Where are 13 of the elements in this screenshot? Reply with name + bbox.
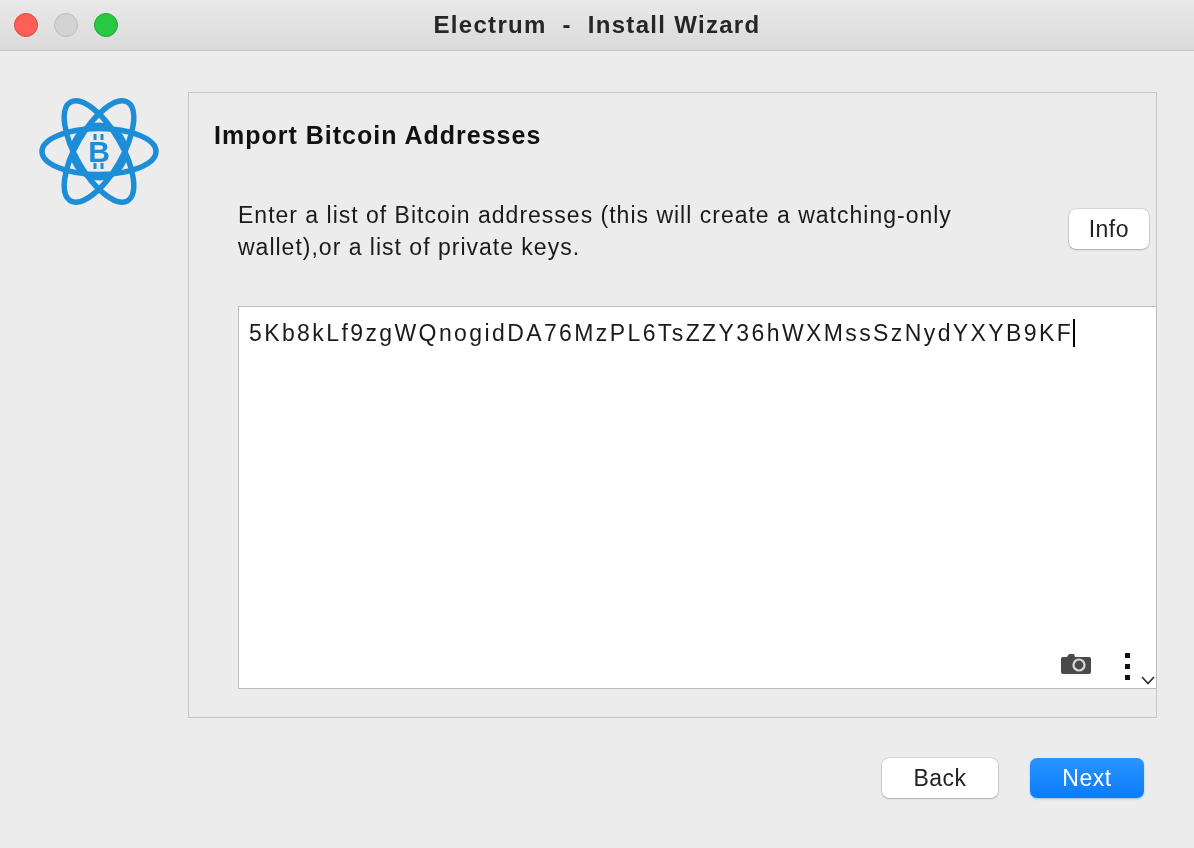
app-logo: B xyxy=(38,95,160,208)
back-button[interactable]: Back xyxy=(882,758,998,798)
instruction-text: Enter a list of Bitcoin addresses (this will create a watching-only wallet),or a list of private keys. xyxy=(238,201,953,262)
close-window-icon[interactable] xyxy=(14,13,38,37)
entered-key-text: 5Kb8kLf9zgWQnogidDA76MzPL6TsZZY36hWXMssSzNydYXYB9KF xyxy=(249,319,1074,347)
info-button[interactable]: Info xyxy=(1068,209,1149,249)
text-area-field[interactable]: 5Kb8kLf9zgWQnogidDA76MzPL6TsZZY36hWXMssSzNydYXYB9KF xyxy=(238,306,1157,689)
next-button[interactable]: Next xyxy=(1030,758,1144,798)
window-title: Electrum - Install Wizard xyxy=(433,11,761,39)
camera-icon[interactable] xyxy=(1060,653,1092,675)
vertical-dots-icon[interactable] xyxy=(1124,653,1131,680)
page-heading: Import Bitcoin Addresses xyxy=(214,120,542,150)
chevron-down-icon[interactable] xyxy=(1141,676,1155,685)
